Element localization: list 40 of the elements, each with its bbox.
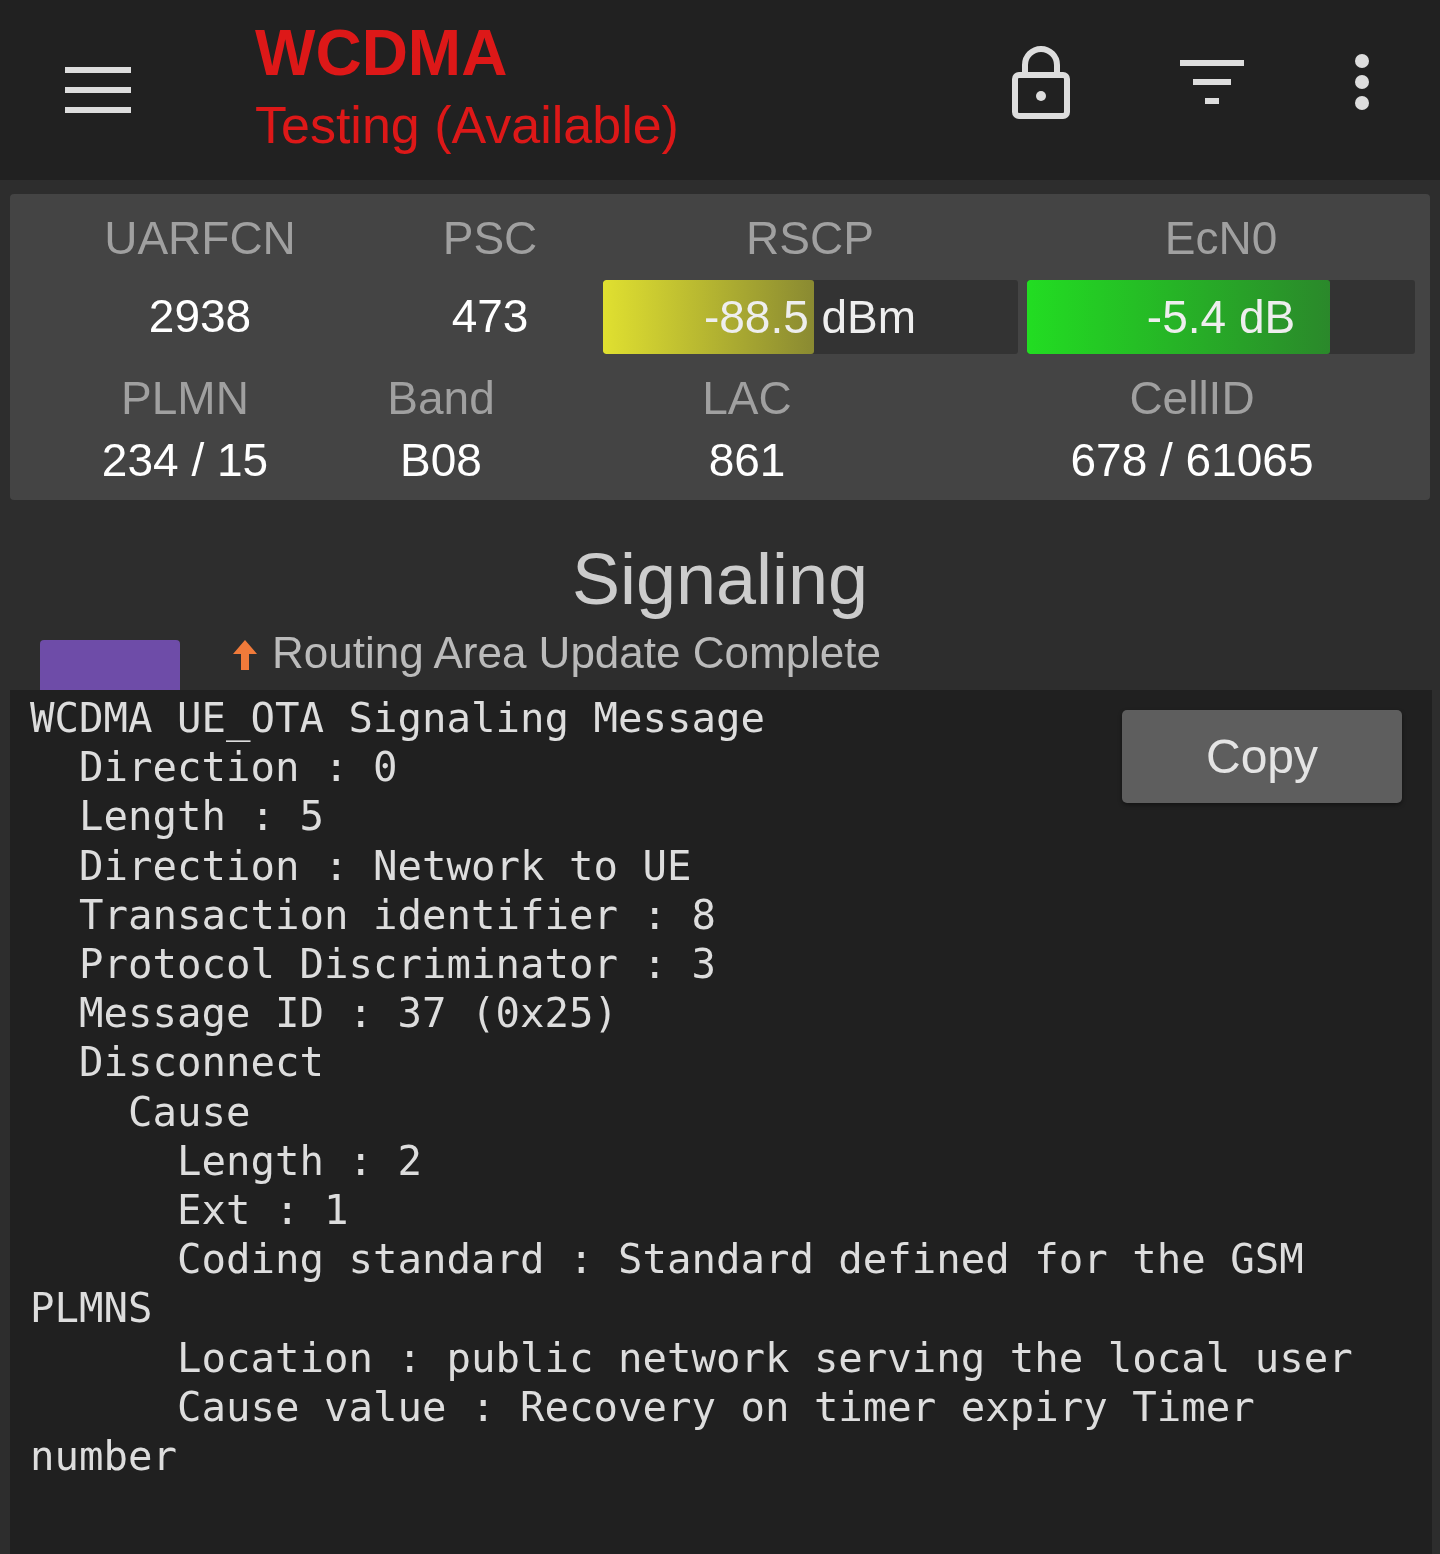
up-arrow-icon <box>233 640 257 670</box>
message-line: Ext : 1 <box>176 1186 349 1236</box>
app-subtitle: Testing (Available) <box>255 95 679 156</box>
field-value: 234 / 15 <box>101 433 269 488</box>
field-value: B08 <box>400 433 482 488</box>
field-label: CellID <box>1129 371 1255 426</box>
section-title: Signaling <box>570 538 870 621</box>
field-label: Band <box>387 371 495 426</box>
field-value: 861 <box>708 433 786 488</box>
field-label: RSCP <box>746 211 874 266</box>
field-label: UARFCN <box>104 211 296 266</box>
message-line: Disconnect <box>78 1038 324 1088</box>
more-icon[interactable] <box>1354 53 1370 111</box>
message-line: Length : 2 <box>176 1136 422 1187</box>
message-line: WCDMA UE_OTA Signaling Message <box>30 694 765 744</box>
field-label: EcN0 <box>1164 211 1278 266</box>
meter-value: -88.5 dBm <box>703 290 917 345</box>
message-line: Message ID : 37 (0x25) <box>78 989 618 1039</box>
message-line: Coding standard : Standard defined for the GSM PLMNS <box>30 1235 1305 1334</box>
field-label: PLMN <box>121 371 249 426</box>
message-title[interactable]: Routing Area Update Complete <box>272 628 882 678</box>
field-value: 473 <box>451 289 529 344</box>
copy-button[interactable]: Copy <box>1122 710 1402 803</box>
menu-icon[interactable] <box>65 67 131 113</box>
field-value: 2938 <box>148 289 252 344</box>
meter-value: -5.4 dB <box>1146 290 1296 345</box>
message-line: Location : public network serving the local user <box>176 1333 1353 1383</box>
message-line: Protocol Discriminator : 3 <box>78 940 716 990</box>
field-label: LAC <box>702 371 792 426</box>
lock-icon[interactable] <box>1012 45 1070 119</box>
field-label: PSC <box>442 211 538 266</box>
message-line: Direction : Network to UE <box>78 841 692 891</box>
message-line: Cause value : Recovery on timer expiry Timer number <box>30 1382 1256 1482</box>
field-value: 678 / 61065 <box>1070 433 1314 488</box>
message-line: Length : 5 <box>78 792 324 842</box>
message-line: Cause <box>127 1087 251 1137</box>
app-title: WCDMA <box>255 18 509 88</box>
filter-icon[interactable] <box>1180 60 1244 104</box>
message-line: Transaction identifier : 8 <box>78 890 716 940</box>
message-line: Direction : 0 <box>78 743 398 793</box>
